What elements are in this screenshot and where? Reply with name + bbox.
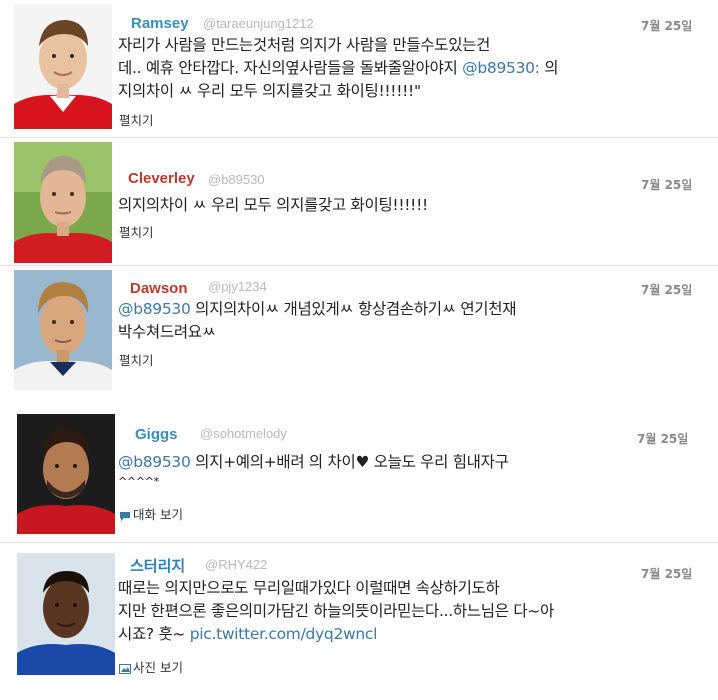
tweet-author-handle[interactable]: @RHY422 (205, 557, 267, 572)
tweet-author-name[interactable]: Dawson (130, 280, 188, 297)
tweet-text-line: @b89530 의지+예의+배려 의 차이♥ 오늘도 우리 힘내자구 (118, 453, 509, 471)
tweet-text: 자리가 사람을 만드는것처럼 의지가 사람을 만들수도있는건 데.. 예휴 안타… (118, 34, 559, 103)
tweet-text: @b89530 의지의차이ㅆ 개념있게ㅆ 항상겸손하기ㅆ 연기천재 박수쳐드려요… (118, 298, 516, 344)
photo-link[interactable]: pic.twitter.com/dyq2wncl (190, 625, 378, 643)
tweet-dawson[interactable]: Dawson @pjy1234 7월 25일 @b89530 의지의차이ㅆ 개념… (0, 266, 718, 394)
expand-link[interactable]: 펼치기 (119, 110, 154, 129)
tweet-text-line: 의지의차이 ㅆ 우리 모두 의지를갖고 화이팅!!!!!! (118, 196, 428, 214)
mention-link[interactable]: @b89530 (118, 300, 191, 318)
tweet-text-line: 지만 한편으론 좋은의미가담긴 하늘의뜻이라믿는다...하느님은 다~아 (118, 602, 554, 620)
avatar-dawson[interactable] (14, 270, 112, 390)
tweet-date[interactable]: 7월 25일 (641, 565, 692, 582)
tweet-text-line: ^^^^* (118, 475, 159, 488)
tweet-date[interactable]: 7월 25일 (641, 176, 692, 193)
avatar-sturridge[interactable] (17, 553, 115, 675)
tweet-text-line: 데.. 예휴 안타깝다. 자신의옆사람들을 돌봐줄알아야지 @b89530: 의 (118, 59, 559, 77)
mention-link[interactable]: @b89530 (118, 453, 191, 471)
expand-label[interactable]: 펼치기 (119, 350, 154, 369)
avatar-image (14, 142, 112, 263)
expand-label[interactable]: 펼치기 (119, 222, 154, 241)
expand-label[interactable]: 펼치기 (119, 110, 154, 129)
tweet-date[interactable]: 7월 25일 (637, 430, 688, 447)
tweet-date[interactable]: 7월 25일 (641, 17, 692, 34)
tweet-text-line: 자리가 사람을 만드는것처럼 의지가 사람을 만들수도있는건 (118, 36, 491, 54)
expand-link[interactable]: 펼치기 (119, 350, 154, 369)
tweet-text-line: 시죠? 훗~ pic.twitter.com/dyq2wncl (118, 625, 378, 643)
tweet-text-line: 때로는 의지만으로도 무리일때가있다 이럴때면 속상하기도하 (118, 579, 500, 597)
tweet-author-name[interactable]: 스터리지 (130, 555, 185, 576)
tweet-author-handle[interactable]: @taraeunjung1212 (203, 16, 314, 31)
tweet-author-handle[interactable]: @pjy1234 (208, 279, 267, 294)
tweet-author-handle[interactable]: @sohotmelody (200, 426, 287, 441)
tweet-text: 때로는 의지만으로도 무리일때가있다 이럴때면 속상하기도하 지만 한편으론 좋… (118, 577, 554, 646)
tweet-text: @b89530 의지+예의+배려 의 차이♥ 오늘도 우리 힘내자구 ^^^^* (118, 451, 509, 490)
tweet-cleverley[interactable]: Cleverley @b89530 7월 25일 의지의차이 ㅆ 우리 모두 의… (0, 138, 718, 266)
tweet-giggs[interactable]: Giggs @sohotmelody 7월 25일 @b89530 의지+예의+… (0, 408, 718, 540)
photo-view-label[interactable]: 사진 보기 (133, 657, 183, 676)
tweet-sturridge[interactable]: 스터리지 @RHY422 7월 25일 때로는 의지만으로도 무리일때가있다 이… (0, 543, 718, 700)
tweet-ramsey[interactable]: Ramsey @taraeunjung1212 7월 25일 자리가 사람을 만… (0, 0, 718, 138)
tweet-author-handle[interactable]: @b89530 (208, 172, 265, 187)
conversation-label[interactable]: 대화 보기 (133, 504, 183, 523)
mention-link[interactable]: @b89530: (462, 59, 540, 77)
tweet-text-line: 지의차이 ㅆ 우리 모두 의지를갖고 화이팅!!!!!!" (118, 82, 421, 100)
tweet-text-line: @b89530 의지의차이ㅆ 개념있게ㅆ 항상겸손하기ㅆ 연기천재 (118, 300, 517, 318)
speech-bubble-icon (119, 509, 131, 521)
tweet-author-name[interactable]: Giggs (135, 426, 178, 443)
photo-view-link[interactable]: 사진 보기 (119, 657, 183, 676)
avatar-image (14, 4, 112, 129)
conversation-link[interactable]: 대화 보기 (119, 504, 183, 523)
avatar-image (17, 553, 115, 675)
avatar-image (17, 414, 115, 534)
expand-link[interactable]: 펼치기 (119, 222, 154, 241)
tweet-author-name[interactable]: Cleverley (128, 170, 195, 187)
avatar-cleverley[interactable] (14, 142, 112, 263)
photo-icon (119, 662, 131, 674)
avatar-image (14, 270, 112, 390)
tweet-text-line: 박수쳐드려요ㅆ (118, 323, 216, 341)
tweet-text: 의지의차이 ㅆ 우리 모두 의지를갖고 화이팅!!!!!! (118, 194, 428, 217)
avatar-giggs[interactable] (17, 414, 115, 534)
avatar-ramsey[interactable] (14, 4, 112, 129)
tweet-author-name[interactable]: Ramsey (131, 15, 189, 32)
tweet-date[interactable]: 7월 25일 (641, 281, 692, 298)
